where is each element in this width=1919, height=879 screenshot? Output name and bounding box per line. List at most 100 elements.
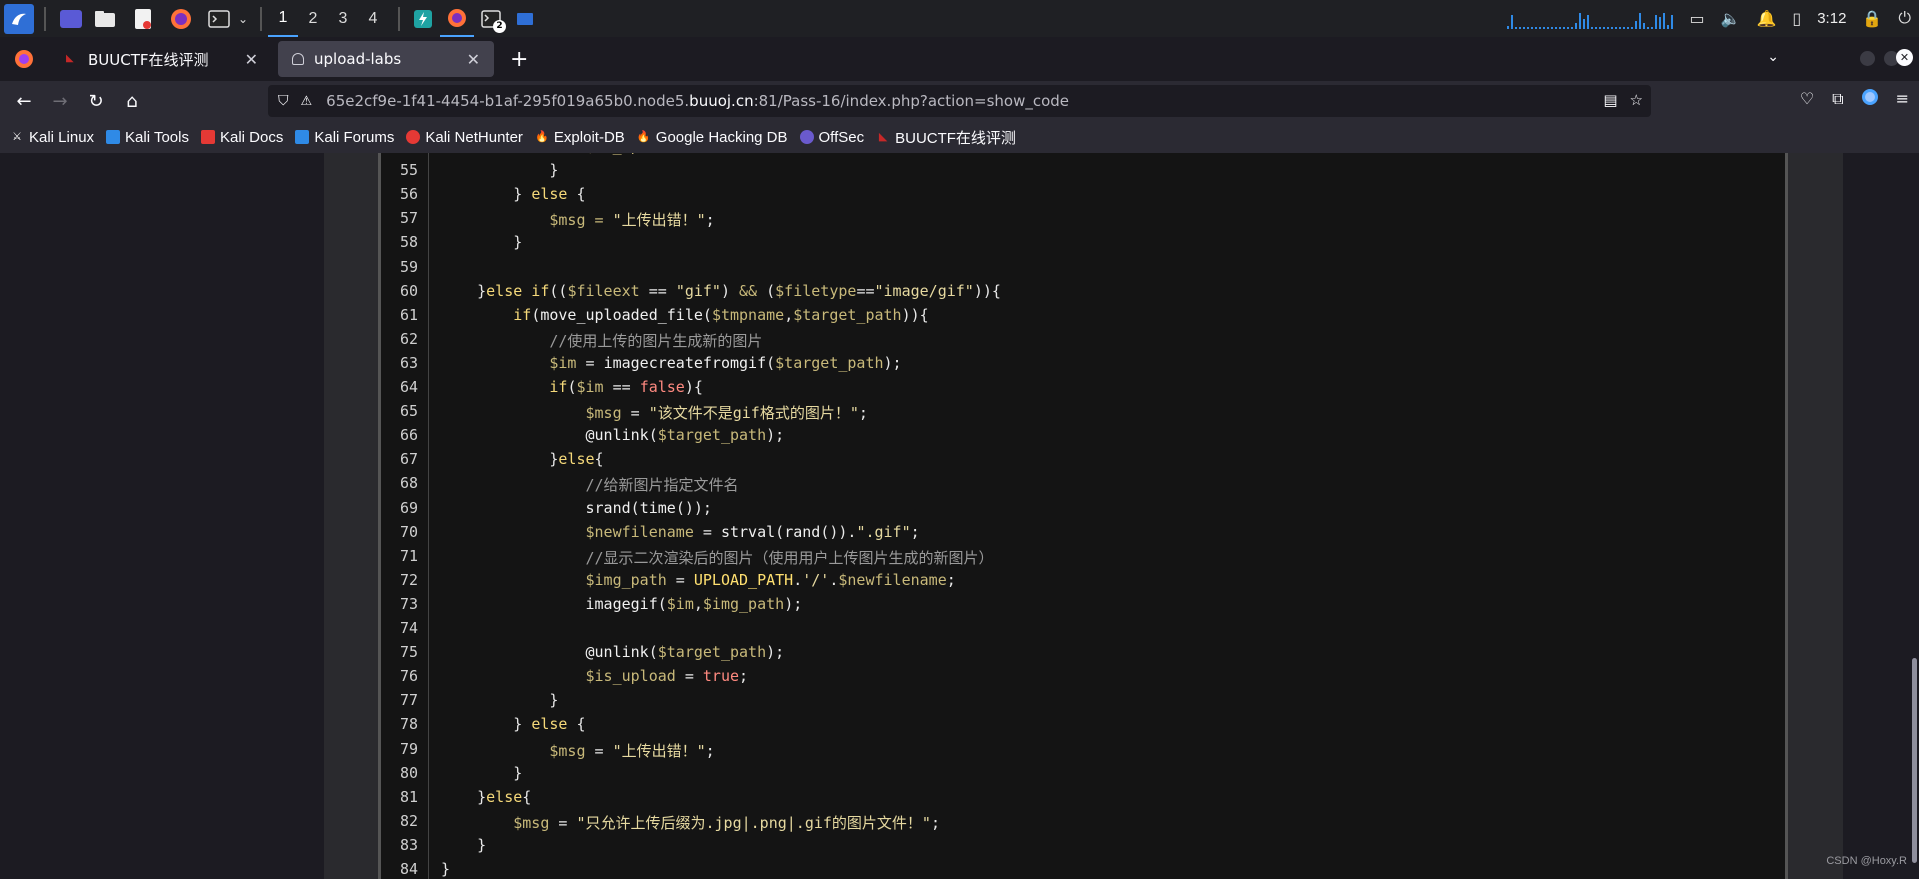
code-token: $fileext	[567, 281, 640, 300]
extensions-icon[interactable]: ⧉	[1832, 89, 1843, 109]
line-number: 80	[399, 763, 418, 782]
bookmark-kali-linux[interactable]: ⚔ Kali Linux	[10, 129, 94, 146]
tab-buuctf[interactable]: ◣ BUUCTF在线评测 ✕	[52, 41, 272, 77]
code-line: }	[441, 764, 522, 782]
code-line: } else {	[441, 715, 585, 733]
code-token: imagecreatefromgif	[603, 353, 767, 372]
taskbar-separator	[398, 6, 400, 31]
code-line: $msg = "上传出错！";	[441, 209, 714, 230]
back-button[interactable]: ←	[8, 85, 40, 117]
bookmark-buuctf[interactable]: ◣ BUUCTF在线评测	[876, 127, 1016, 148]
taskbar-app-firefox[interactable]	[440, 1, 474, 37]
bookmark-kali-forums[interactable]: Kali Forums	[295, 129, 394, 146]
bookmark-google-hacking-db[interactable]: 🔥 Google Hacking DB	[637, 129, 788, 146]
code-token: =	[576, 353, 604, 372]
code-token: )	[720, 281, 740, 300]
close-tab-icon[interactable]: ✕	[245, 50, 258, 69]
url-text[interactable]: 65e2cf9e-1f41-4454-b1af-295f019a65b0.nod…	[326, 92, 1069, 110]
taskbar-separator	[260, 6, 262, 31]
volume-icon[interactable]: 🔈	[1721, 9, 1741, 28]
chevron-down-icon[interactable]: ⌄	[236, 4, 250, 34]
line-number: 67	[399, 450, 418, 469]
code-token: }	[441, 281, 487, 300]
clock[interactable]: 3:12	[1817, 10, 1846, 27]
page-content: 54 55 56 57 58 59 60 61 62 63 64 65 66 67 68 69 70 71 72 73…	[0, 153, 1919, 879]
code-token: $msg	[441, 813, 550, 832]
list-all-tabs-chevron-icon[interactable]: ⌄	[1767, 49, 1779, 65]
workspace-2[interactable]: 2	[298, 1, 328, 37]
new-tab-button[interactable]: +	[510, 47, 528, 72]
code-token: else	[558, 450, 595, 469]
power-icon[interactable]: ⏻	[1898, 8, 1911, 28]
code-line: //显示二次渲染后的图片（使用用户上传图片生成的新图片）	[441, 547, 993, 568]
code-token: (	[657, 594, 667, 613]
code-token: $target_path	[657, 426, 767, 445]
tracking-protection-shield-icon[interactable]: ⛉	[278, 93, 289, 109]
bookmark-kali-docs[interactable]: Kali Docs	[200, 129, 283, 146]
nethunter-icon	[406, 130, 421, 144]
code-token: (	[531, 305, 541, 324]
pocket-icon[interactable]: ♡	[1800, 89, 1814, 109]
home-button[interactable]: ⌂	[116, 85, 148, 117]
code-token: (	[775, 522, 785, 541]
notification-bell-icon[interactable]: 🔔	[1756, 9, 1776, 28]
file-manager-icon[interactable]	[90, 4, 120, 34]
code-token: }	[441, 185, 532, 204]
kali-tools-icon	[106, 130, 121, 144]
minimize-window-button[interactable]	[1860, 51, 1875, 66]
taskbar-app-image-viewer[interactable]	[508, 1, 542, 37]
code-line: @unlink($target_path);	[441, 643, 784, 661]
battery-icon[interactable]: ▯	[1792, 9, 1801, 28]
account-icon[interactable]	[1861, 89, 1878, 105]
kali-dragon-icon: ⚔	[12, 131, 22, 143]
close-tab-icon[interactable]: ✕	[467, 50, 480, 69]
bookmark-kali-nethunter[interactable]: Kali NetHunter	[406, 129, 523, 146]
line-number: 70	[399, 522, 418, 541]
browser-tab-strip: ◣ BUUCTF在线评测 ✕ upload-labs ✕ + ⌄ ✕	[0, 37, 1919, 81]
tab-upload-labs[interactable]: upload-labs ✕	[278, 41, 494, 77]
code-line: @unlink($target_path);	[441, 426, 784, 444]
code-token: $img_path	[441, 570, 667, 589]
taskbar-app-burp[interactable]	[406, 1, 440, 37]
forward-button[interactable]: →	[44, 85, 76, 117]
line-number: 58	[399, 233, 418, 252]
bookmark-exploit-db[interactable]: 🔥 Exploit-DB	[535, 129, 625, 146]
firefox-view-icon[interactable]	[6, 41, 42, 77]
code-token: &&	[739, 281, 758, 300]
code-token: true	[702, 667, 740, 686]
site-info-icon[interactable]: ⚠	[301, 94, 313, 109]
firefox-launcher-icon[interactable]	[166, 4, 196, 34]
terminal-launcher-icon[interactable]	[204, 4, 234, 34]
line-number: 81	[399, 787, 418, 806]
workspace-1[interactable]: 1	[268, 1, 298, 37]
bookmark-kali-tools[interactable]: Kali Tools	[106, 129, 189, 146]
code-token: =	[585, 741, 613, 760]
display-icon[interactable]: ▭	[1689, 9, 1704, 28]
page-scrollbar[interactable]	[1912, 658, 1917, 863]
workspace-3[interactable]: 3	[328, 1, 358, 37]
reader-view-icon[interactable]: ▤	[1603, 91, 1617, 109]
hamburger-menu-icon[interactable]: ≡	[1896, 89, 1909, 109]
bookmark-star-icon[interactable]: ☆	[1630, 91, 1643, 109]
code-token: )){	[901, 305, 929, 324]
source-code-viewer: 54 55 56 57 58 59 60 61 62 63 64 65 66 67 68 69 70 71 72 73…	[378, 153, 1788, 879]
line-number: 63	[399, 353, 418, 372]
code-line: $newfilename = strval(rand()).".gif";	[441, 522, 919, 541]
show-desktop-icon[interactable]	[60, 9, 82, 28]
lock-icon[interactable]: 🔒	[1862, 9, 1882, 28]
code-token: ){	[684, 378, 703, 396]
code-token: $msg =	[441, 211, 613, 230]
code-line: if($im == false){	[441, 378, 703, 396]
kali-menu-icon[interactable]	[4, 3, 34, 34]
reload-button[interactable]: ↻	[80, 85, 112, 117]
workspace-4[interactable]: 4	[358, 1, 388, 37]
code-token: $im	[666, 594, 694, 613]
bookmark-offsec[interactable]: OffSec	[799, 129, 864, 146]
close-window-button[interactable]: ✕	[1896, 49, 1913, 66]
code-token: "上传出错！"	[612, 211, 706, 230]
text-editor-icon[interactable]	[128, 4, 158, 34]
code-token: ;	[858, 404, 868, 423]
code-token: rand	[784, 522, 821, 541]
url-bar[interactable]: ⛉ ⚠ 65e2cf9e-1f41-4454-b1af-295f019a65b0…	[268, 85, 1651, 117]
taskbar-app-terminal[interactable]: 2	[474, 1, 508, 37]
